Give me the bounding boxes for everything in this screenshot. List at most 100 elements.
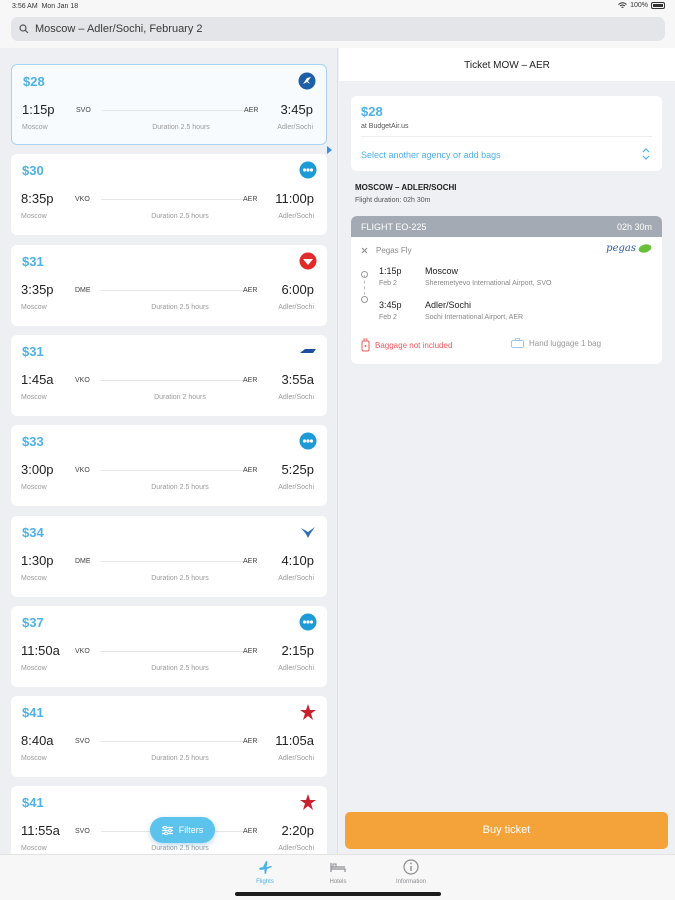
route-line <box>101 741 249 742</box>
airline-name: Pegas Fly <box>376 246 412 255</box>
flight-header: FLIGHT EO-225 02h 30m <box>351 216 662 237</box>
departure-city: Moscow <box>21 484 47 491</box>
arrival-airport-code: AER <box>243 467 258 474</box>
flight-price: $34 <box>22 525 44 540</box>
chevron-updown-icon[interactable] <box>642 147 650 161</box>
departure-airport-code: SVO <box>76 107 91 114</box>
arrival-airport-code: AER <box>243 196 258 203</box>
detail-header: Ticket MOW – AER <box>339 48 675 81</box>
arrival-time: 5:25p <box>281 462 314 477</box>
dots-circle-logo <box>299 161 317 179</box>
departure-airport: Sheremetyevo International Airport, SVO <box>425 280 552 287</box>
info-icon <box>403 859 419 875</box>
agency-name: at BudgetAir.us <box>361 123 409 130</box>
arrival-time: 11:00p <box>275 191 314 206</box>
route-line <box>101 470 249 471</box>
departure-time: 3:00p <box>21 462 54 477</box>
arrival-time: 2:20p <box>281 823 314 838</box>
departure-city: Moscow <box>22 124 48 131</box>
flight-price: $41 <box>22 795 44 810</box>
hand-luggage-label: Hand luggage 1 bag <box>529 338 602 348</box>
tab-information-label: Information <box>395 879 426 885</box>
arrival-time: 11:05a <box>275 733 314 748</box>
arrival-time: 3:55a <box>281 372 314 387</box>
arrival-airport-code: AER <box>244 107 259 114</box>
arrival-airport-code: AER <box>243 738 258 745</box>
departure-city: Moscow <box>21 845 47 852</box>
arrival-city: Adler/Sochi <box>278 394 314 401</box>
tab-flights[interactable]: Flights <box>235 859 295 885</box>
departure-airport-code: SVO <box>75 738 90 745</box>
flight-price: $33 <box>22 434 44 449</box>
flight-card[interactable]: $33 3:00p VKO AER 5:25p Moscow Duration … <box>11 425 327 506</box>
arrival-airport-code: AER <box>243 828 258 835</box>
flight-card[interactable]: $28 1:15p SVO AER 3:45p Moscow Duration … <box>11 64 327 145</box>
search-icon <box>19 24 29 34</box>
arrival-city: Adler/Sochi <box>278 484 314 491</box>
route-line <box>102 110 248 111</box>
flight-card[interactable]: $31 1:45a VKO AER 3:55a Moscow Duration … <box>11 335 327 416</box>
departure-city: Moscow <box>425 266 459 276</box>
flight-card[interactable]: $37 11:50a VKO AER 2:15p Moscow Duration… <box>11 606 327 687</box>
departure-time: 3:35p <box>21 282 54 297</box>
flight-card[interactable]: $31 3:35p DME AER 6:00p Moscow Duration … <box>11 245 327 326</box>
search-query: Moscow – Adler/Sochi, February 2 <box>35 23 203 35</box>
timeline-line <box>364 275 365 295</box>
route-line <box>101 199 249 200</box>
flight-list[interactable]: $28 1:15p SVO AER 3:45p Moscow Duration … <box>0 48 338 854</box>
tab-flights-label: Flights <box>256 879 274 885</box>
flight-price: $37 <box>22 615 44 630</box>
departure-time: 1:30p <box>21 553 54 568</box>
departure-time: 1:15p <box>379 266 402 276</box>
baggage-label: Baggage not included <box>375 340 453 350</box>
departure-city: Moscow <box>21 304 47 311</box>
filters-button[interactable]: Filters <box>150 817 215 843</box>
route-line <box>101 380 249 381</box>
flight-card[interactable]: $41 8:40a SVO AER 11:05a Moscow Duration… <box>11 696 327 777</box>
departure-time: 11:50a <box>21 643 60 658</box>
arrival-city: Adler/Sochi <box>278 575 314 582</box>
departure-time: 1:45a <box>21 372 54 387</box>
tab-hotels[interactable]: Hotels <box>308 859 368 885</box>
flight-card[interactable]: $30 8:35p VKO AER 11:00p Moscow Duration… <box>11 154 327 235</box>
flight-duration: Duration 2.5 hours <box>152 124 210 131</box>
arrival-dot <box>361 296 368 303</box>
arrival-time: 4:10p <box>281 553 314 568</box>
flight-price: $31 <box>22 254 44 269</box>
flight-duration: Duration 2 hours <box>154 394 206 401</box>
arrival-city: Adler/Sochi <box>277 124 313 131</box>
flight-duration: Duration 2.5 hours <box>151 304 209 311</box>
dots-circle-logo <box>299 432 317 450</box>
departure-airport-code: DME <box>75 287 91 294</box>
flight-card[interactable]: $34 1:30p DME AER 4:10p Moscow Duration … <box>11 516 327 597</box>
select-agency-link[interactable]: Select another agency or add bags <box>361 150 501 160</box>
status-right: 100% <box>618 2 665 9</box>
buy-ticket-button[interactable]: Buy ticket <box>345 812 668 849</box>
departure-time: 8:35p <box>21 191 54 206</box>
flight-segment-card: FLIGHT EO-225 02h 30m Pegas Fly pegas 1:… <box>351 216 662 364</box>
arrival-airport-code: AER <box>243 558 258 565</box>
departure-time: 11:55a <box>21 823 60 838</box>
filters-label: Filters <box>178 825 204 835</box>
flight-price: $31 <box>22 344 44 359</box>
arrival-time: 3:45p <box>379 300 402 310</box>
search-input[interactable]: Moscow – Adler/Sochi, February 2 <box>11 17 665 41</box>
tab-hotels-label: Hotels <box>329 879 347 885</box>
pegas-bird-logo <box>298 72 316 90</box>
arrival-city: Adler/Sochi <box>278 845 314 852</box>
close-icon <box>361 247 368 254</box>
status-bar: 3:56 AM Mon Jan 18 100% <box>0 0 675 14</box>
flight-duration: Duration 2.5 hours <box>151 845 209 852</box>
red-star-logo <box>299 793 317 811</box>
ticket-detail: Ticket MOW – AER $28 at BudgetAir.us Sel… <box>339 48 675 854</box>
flight-number: FLIGHT EO-225 <box>361 221 427 232</box>
red-circle-logo <box>299 252 317 270</box>
tab-information[interactable]: Information <box>381 859 441 885</box>
route-line <box>101 561 249 562</box>
flight-duration: Duration 2.5 hours <box>151 484 209 491</box>
battery-icon <box>651 2 665 9</box>
arrival-time: 6:00p <box>281 282 314 297</box>
battery-percent: 100% <box>630 2 648 9</box>
hand-luggage-info: Hand luggage 1 bag <box>511 338 601 348</box>
arrival-city: Adler/Sochi <box>425 300 472 310</box>
